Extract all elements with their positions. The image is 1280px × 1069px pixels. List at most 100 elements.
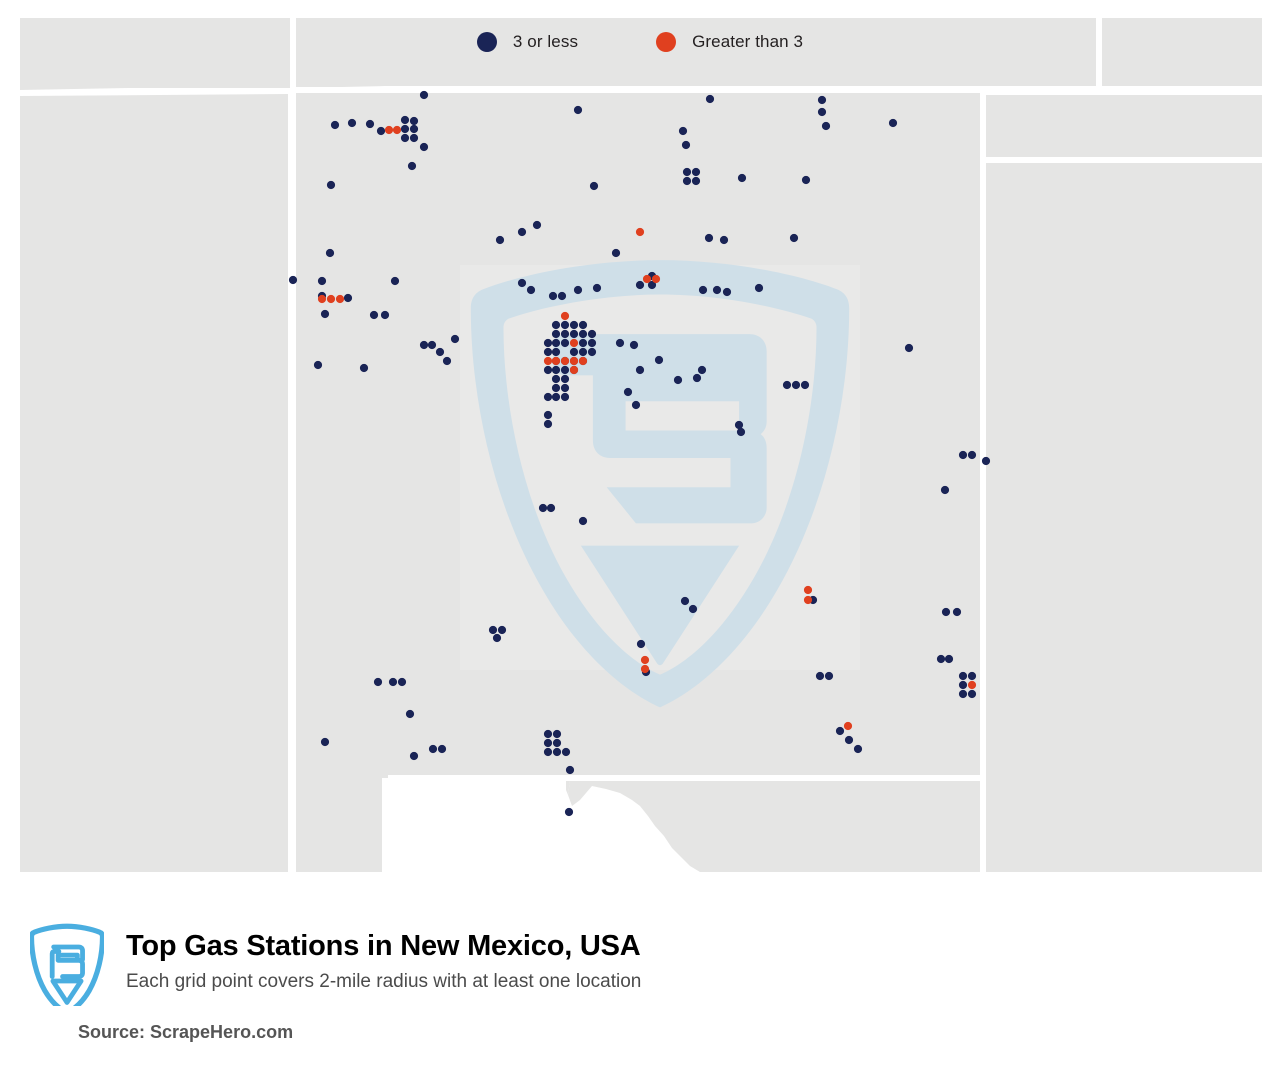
grid-marker[interactable] xyxy=(335,294,345,304)
grid-marker[interactable] xyxy=(551,392,561,402)
grid-marker[interactable] xyxy=(754,283,764,293)
grid-marker[interactable] xyxy=(569,356,579,366)
grid-marker[interactable] xyxy=(450,334,460,344)
grid-marker[interactable] xyxy=(373,677,383,687)
grid-marker[interactable] xyxy=(325,248,335,258)
legend-item-high[interactable]: Greater than 3 xyxy=(656,32,803,52)
grid-marker[interactable] xyxy=(397,677,407,687)
grid-marker[interactable] xyxy=(944,654,954,664)
grid-marker[interactable] xyxy=(592,283,602,293)
grid-marker[interactable] xyxy=(682,167,692,177)
grid-marker[interactable] xyxy=(981,456,991,466)
grid-marker[interactable] xyxy=(958,671,968,681)
grid-marker[interactable] xyxy=(587,347,597,357)
grid-marker[interactable] xyxy=(365,119,375,129)
grid-marker[interactable] xyxy=(712,285,722,295)
grid-marker[interactable] xyxy=(967,680,977,690)
grid-marker[interactable] xyxy=(497,625,507,635)
grid-marker[interactable] xyxy=(405,709,415,719)
grid-marker[interactable] xyxy=(380,310,390,320)
grid-marker[interactable] xyxy=(654,355,664,365)
grid-marker[interactable] xyxy=(800,380,810,390)
grid-marker[interactable] xyxy=(543,729,553,739)
grid-marker[interactable] xyxy=(635,280,645,290)
grid-marker[interactable] xyxy=(705,94,715,104)
grid-marker[interactable] xyxy=(789,233,799,243)
grid-marker[interactable] xyxy=(642,274,652,284)
grid-marker[interactable] xyxy=(941,607,951,617)
grid-marker[interactable] xyxy=(552,747,562,757)
grid-marker[interactable] xyxy=(573,285,583,295)
grid-marker[interactable] xyxy=(573,105,583,115)
grid-marker[interactable] xyxy=(688,604,698,614)
grid-marker[interactable] xyxy=(560,365,570,375)
grid-marker[interactable] xyxy=(551,383,561,393)
grid-marker[interactable] xyxy=(409,751,419,761)
grid-marker[interactable] xyxy=(640,655,650,665)
grid-marker[interactable] xyxy=(369,310,379,320)
grid-marker[interactable] xyxy=(526,285,536,295)
grid-marker[interactable] xyxy=(409,124,419,134)
grid-marker[interactable] xyxy=(821,121,831,131)
grid-marker[interactable] xyxy=(317,276,327,286)
grid-marker[interactable] xyxy=(326,294,336,304)
grid-marker[interactable] xyxy=(435,347,445,357)
grid-marker[interactable] xyxy=(543,347,553,357)
grid-marker[interactable] xyxy=(428,744,438,754)
grid-marker[interactable] xyxy=(543,356,553,366)
grid-marker[interactable] xyxy=(560,329,570,339)
grid-marker[interactable] xyxy=(551,374,561,384)
grid-marker[interactable] xyxy=(697,365,707,375)
grid-marker[interactable] xyxy=(680,596,690,606)
grid-marker[interactable] xyxy=(853,744,863,754)
grid-marker[interactable] xyxy=(390,276,400,286)
grid-marker[interactable] xyxy=(560,383,570,393)
grid-marker[interactable] xyxy=(552,729,562,739)
grid-marker[interactable] xyxy=(967,689,977,699)
legend-item-low[interactable]: 3 or less xyxy=(476,32,578,52)
grid-marker[interactable] xyxy=(569,338,579,348)
grid-marker[interactable] xyxy=(589,181,599,191)
grid-marker[interactable] xyxy=(782,380,792,390)
grid-marker[interactable] xyxy=(419,90,429,100)
grid-marker[interactable] xyxy=(388,677,398,687)
grid-marker[interactable] xyxy=(317,294,327,304)
grid-marker[interactable] xyxy=(517,227,527,237)
grid-marker[interactable] xyxy=(578,320,588,330)
grid-marker[interactable] xyxy=(442,356,452,366)
grid-marker[interactable] xyxy=(376,126,386,136)
grid-marker[interactable] xyxy=(409,116,419,126)
grid-marker[interactable] xyxy=(611,248,621,258)
grid-marker[interactable] xyxy=(543,392,553,402)
grid-marker[interactable] xyxy=(313,360,323,370)
grid-marker[interactable] xyxy=(400,115,410,125)
grid-marker[interactable] xyxy=(492,633,502,643)
grid-marker[interactable] xyxy=(551,320,561,330)
grid-marker[interactable] xyxy=(560,311,570,321)
grid-marker[interactable] xyxy=(407,161,417,171)
grid-marker[interactable] xyxy=(543,338,553,348)
grid-marker[interactable] xyxy=(384,125,394,135)
grid-marker[interactable] xyxy=(587,329,597,339)
grid-marker[interactable] xyxy=(320,309,330,319)
grid-marker[interactable] xyxy=(587,338,597,348)
grid-marker[interactable] xyxy=(543,365,553,375)
grid-marker[interactable] xyxy=(888,118,898,128)
grid-marker[interactable] xyxy=(682,176,692,186)
grid-marker[interactable] xyxy=(578,338,588,348)
grid-marker[interactable] xyxy=(343,293,353,303)
grid-marker[interactable] xyxy=(722,287,732,297)
grid-marker[interactable] xyxy=(551,347,561,357)
grid-marker[interactable] xyxy=(940,485,950,495)
grid-marker[interactable] xyxy=(326,180,336,190)
grid-marker[interactable] xyxy=(543,747,553,757)
grid-marker[interactable] xyxy=(623,387,633,397)
grid-marker[interactable] xyxy=(737,173,747,183)
grid-marker[interactable] xyxy=(288,275,298,285)
grid-marker[interactable] xyxy=(400,133,410,143)
grid-marker[interactable] xyxy=(560,320,570,330)
grid-marker[interactable] xyxy=(517,278,527,288)
grid-marker[interactable] xyxy=(392,125,402,135)
grid-marker[interactable] xyxy=(640,664,650,674)
grid-marker[interactable] xyxy=(691,167,701,177)
